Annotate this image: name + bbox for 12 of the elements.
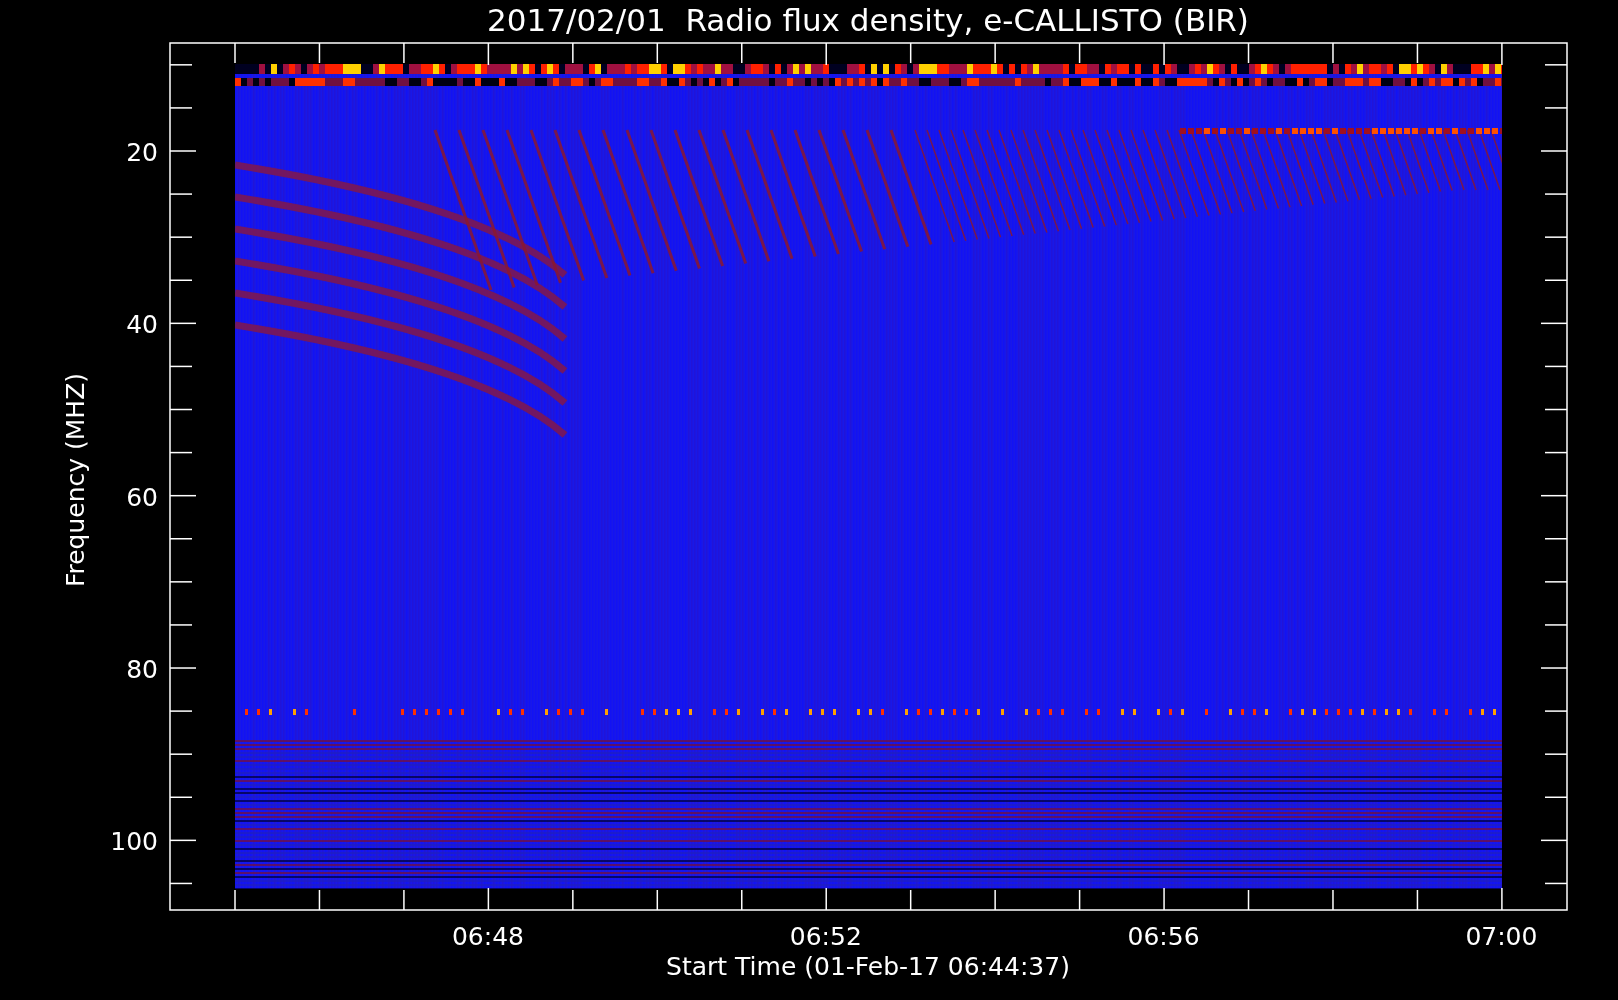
x-tick-label: 07:00	[1465, 922, 1538, 951]
chart-title: 2017/02/01 Radio flux density, e-CALLISTO (BIR)	[487, 2, 1249, 38]
y-tick-label: 40	[126, 310, 158, 340]
y-tick-label: 100	[110, 827, 158, 857]
x-tick-label: 06:48	[452, 922, 524, 951]
x-axis-label: Start Time (01-Feb-17 06:44:37)	[666, 952, 1070, 981]
x-tick-label: 06:52	[789, 922, 862, 951]
y-tick-label: 20	[126, 138, 158, 167]
x-tick-label: 06:56	[1127, 922, 1200, 951]
y-axis-label: Frequency (MHZ)	[61, 372, 90, 588]
y-tick-label: 80	[126, 655, 158, 684]
y-tick-label: 60	[126, 482, 158, 512]
